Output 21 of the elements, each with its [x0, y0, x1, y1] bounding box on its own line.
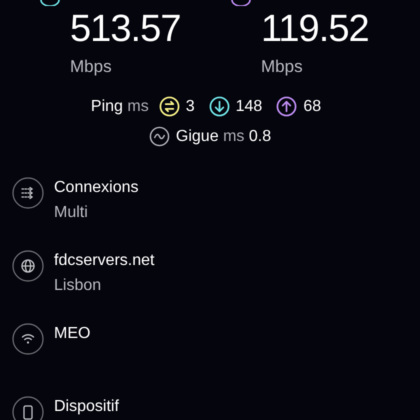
ping-value: 3: [186, 96, 195, 116]
ping-value: 68: [303, 96, 322, 116]
wifi-icon: [12, 322, 44, 354]
globe-icon: [12, 250, 44, 282]
phone-icon: [12, 396, 44, 420]
detail-subtitle: Multi: [54, 202, 89, 222]
speed-value: 119.52: [261, 8, 370, 50]
jitter-label: Gigue ms 0.8: [176, 126, 272, 146]
swap-arrows-icon: [158, 96, 180, 117]
detail-title: fdcservers.net: [54, 250, 154, 270]
unit-label: Mbps: [261, 56, 304, 78]
ping-value: 148: [236, 96, 262, 116]
wave-icon: [148, 126, 170, 147]
ping-label: Ping ms: [90, 96, 149, 116]
unit-label: Mbps: [70, 56, 113, 78]
arrows-icon: [12, 176, 44, 208]
speed-value: 513.57: [70, 8, 182, 50]
detail-title: Dispositif: [54, 396, 119, 416]
detail-subtitle: Lisbon: [54, 276, 102, 296]
detail-title: Connexions: [54, 178, 138, 198]
detail-title: MEO: [54, 324, 90, 344]
